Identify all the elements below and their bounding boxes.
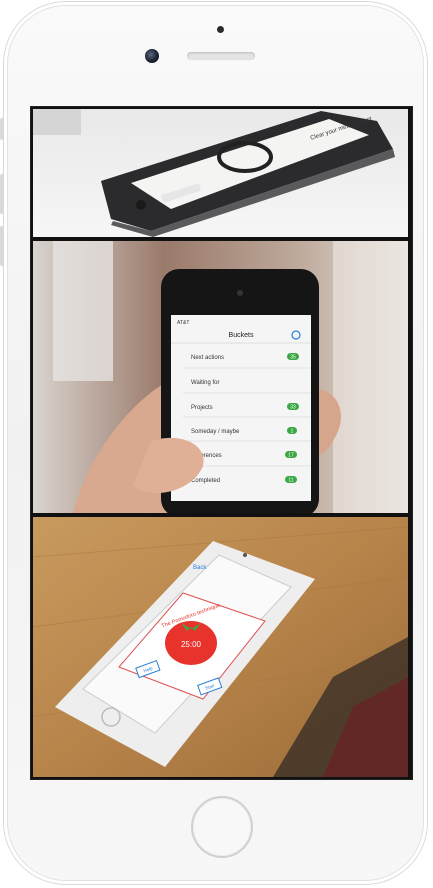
timer-readout: 25:00	[181, 640, 202, 649]
row-waiting-label: Waiting for	[191, 380, 219, 386]
photo-panel-1: Clear your mind. Collect	[33, 109, 408, 237]
proximity-sensor	[217, 26, 224, 33]
earpiece-speaker	[187, 52, 255, 60]
row-someday-label: Someday / maybe	[191, 429, 240, 435]
status-carrier: AT&T	[177, 320, 189, 326]
volume-down-button	[0, 226, 4, 266]
row-completed-label: Completed	[191, 478, 220, 484]
photo-panel-2: AT&T Buckets Next actions 35 Waiting for…	[33, 241, 408, 513]
photo-1: Clear your mind. Collect	[33, 109, 408, 237]
photo-panel-3: Back The Pomodoro technique 25:00 Help S…	[33, 517, 408, 777]
phone-screen: Clear your mind. Collect AT&T Buckets Ne…	[30, 106, 413, 780]
row-references-count: 17	[288, 453, 294, 459]
row-completed-count: 11	[288, 478, 293, 484]
mute-switch	[0, 118, 4, 140]
row-someday-count: 1	[291, 429, 294, 435]
home-button[interactable]	[191, 796, 253, 858]
photo-2: AT&T Buckets Next actions 35 Waiting for…	[33, 241, 408, 513]
row-next-actions-label: Next actions	[191, 355, 224, 361]
front-camera-icon	[145, 49, 159, 63]
photo-3: Back The Pomodoro technique 25:00 Help S…	[33, 517, 408, 777]
back-link: Back	[193, 565, 207, 571]
buckets-title: Buckets	[229, 332, 254, 339]
volume-up-button	[0, 174, 4, 214]
row-projects-count: 33	[290, 405, 296, 411]
phone-frame: Clear your mind. Collect AT&T Buckets Ne…	[4, 2, 427, 884]
row-next-actions-count: 35	[290, 355, 296, 361]
row-projects-label: Projects	[191, 405, 213, 411]
